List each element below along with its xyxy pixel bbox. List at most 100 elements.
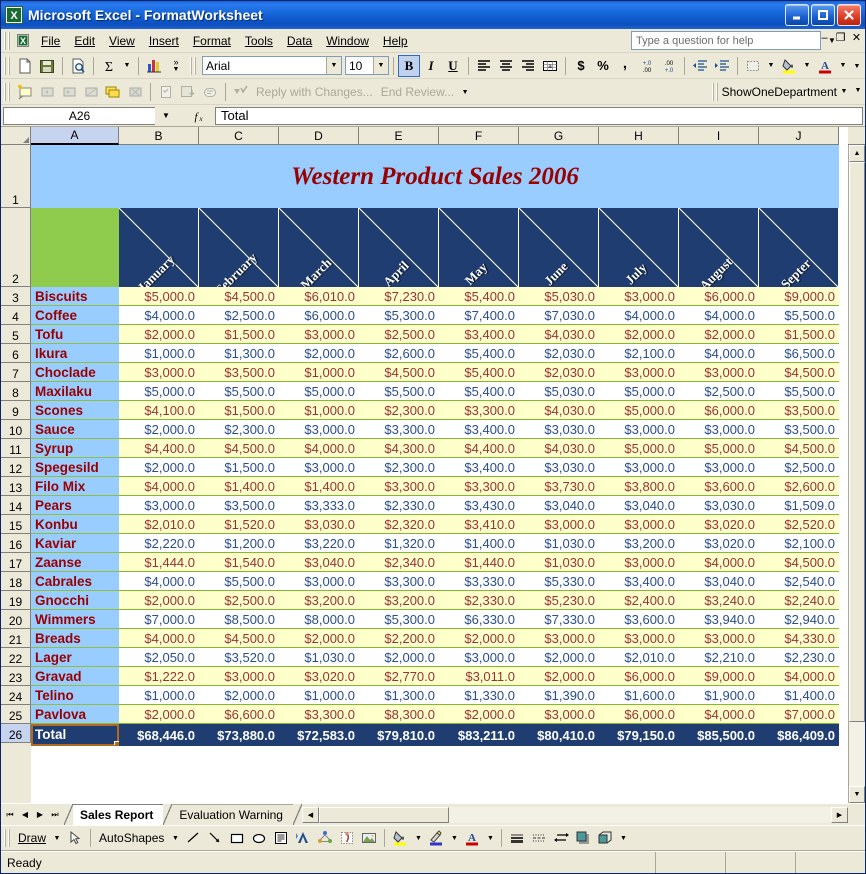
sales-value-cell[interactable]: $2,000.0: [679, 325, 759, 344]
sales-value-cell[interactable]: $1,000.0: [119, 686, 199, 705]
product-name-cell[interactable]: Wimmers: [31, 610, 119, 629]
sales-value-cell[interactable]: $2,000.0: [279, 344, 359, 363]
sales-value-cell[interactable]: $1,000.0: [279, 686, 359, 705]
macro-toolbar-grip[interactable]: [711, 82, 719, 101]
fill-color-icon[interactable]: [389, 827, 411, 849]
sales-value-cell[interactable]: $3,300.0: [439, 401, 519, 420]
month-header-cell[interactable]: February: [199, 208, 279, 287]
sales-value-cell[interactable]: $2,010.0: [599, 648, 679, 667]
shadow-icon[interactable]: [572, 827, 594, 849]
row-header-7[interactable]: 7: [1, 363, 31, 382]
sales-value-cell[interactable]: $3,000.0: [599, 287, 679, 306]
sales-value-cell[interactable]: $4,000.0: [679, 344, 759, 363]
sales-value-cell[interactable]: $3,000.0: [519, 515, 599, 534]
row-header-26[interactable]: 26: [1, 724, 31, 743]
arrow-icon[interactable]: [204, 827, 226, 849]
sales-value-cell[interactable]: $2,000.0: [119, 705, 199, 724]
sales-value-cell[interactable]: $2,600.0: [759, 477, 839, 496]
menu-tools[interactable]: Tools: [238, 31, 280, 51]
sales-value-cell[interactable]: $4,000.0: [119, 572, 199, 591]
sales-value-cell[interactable]: $2,000.0: [119, 458, 199, 477]
product-name-cell[interactable]: Zaanse: [31, 553, 119, 572]
new-comment-icon[interactable]: [14, 81, 36, 103]
sales-value-cell[interactable]: $1,000.0: [119, 344, 199, 363]
sales-value-cell[interactable]: $3,040.0: [279, 553, 359, 572]
sales-value-cell[interactable]: $2,330.0: [439, 591, 519, 610]
sales-value-cell[interactable]: $3,940.0: [679, 610, 759, 629]
sales-value-cell[interactable]: $3,520.0: [199, 648, 279, 667]
sales-value-cell[interactable]: $2,000.0: [279, 629, 359, 648]
row-header-1[interactable]: 1: [1, 145, 31, 208]
menu-edit[interactable]: Edit: [67, 31, 102, 51]
sales-value-cell[interactable]: $1,500.0: [199, 325, 279, 344]
macro-dropdown-icon[interactable]: ▼: [837, 81, 851, 103]
sales-value-cell[interactable]: $1,500.0: [199, 401, 279, 420]
sales-value-cell[interactable]: $4,000.0: [119, 306, 199, 325]
column-header-b[interactable]: B: [119, 127, 199, 145]
row-header-9[interactable]: 9: [1, 401, 31, 420]
sales-value-cell[interactable]: $1,030.0: [519, 534, 599, 553]
sales-value-cell[interactable]: $1,900.0: [679, 686, 759, 705]
month-header-cell[interactable]: July: [599, 208, 679, 287]
rectangle-icon[interactable]: [226, 827, 248, 849]
sales-value-cell[interactable]: $9,000.0: [679, 667, 759, 686]
autoshapes-menu-button[interactable]: AutoShapes: [95, 831, 168, 845]
sales-value-cell[interactable]: $3,040.0: [519, 496, 599, 515]
menu-view[interactable]: View: [102, 31, 142, 51]
product-name-cell[interactable]: Spegesild: [31, 458, 119, 477]
wordart-icon[interactable]: [292, 827, 314, 849]
formula-input[interactable]: Total: [215, 106, 863, 125]
line-icon[interactable]: [182, 827, 204, 849]
font-color-icon[interactable]: A: [814, 55, 836, 77]
sales-value-cell[interactable]: $1,400.0: [279, 477, 359, 496]
sales-value-cell[interactable]: $5,000.0: [279, 382, 359, 401]
sales-value-cell[interactable]: $4,300.0: [359, 439, 439, 458]
sales-value-cell[interactable]: $6,000.0: [279, 306, 359, 325]
sales-value-cell[interactable]: $2,540.0: [759, 572, 839, 591]
oval-icon[interactable]: [248, 827, 270, 849]
row-header-12[interactable]: 12: [1, 458, 31, 477]
product-name-cell[interactable]: Gnocchi: [31, 591, 119, 610]
sales-value-cell[interactable]: $5,500.0: [759, 306, 839, 325]
drawing-overflow-icon[interactable]: ▼: [616, 828, 630, 850]
sales-value-cell[interactable]: $2,400.0: [599, 591, 679, 610]
decrease-indent-icon[interactable]: [689, 55, 711, 77]
sales-value-cell[interactable]: $4,030.0: [519, 439, 599, 458]
sales-value-cell[interactable]: $2,000.0: [599, 325, 679, 344]
menu-file[interactable]: File: [34, 31, 67, 51]
product-name-cell[interactable]: Pavlova: [31, 705, 119, 724]
row-header-24[interactable]: 24: [1, 686, 31, 705]
sales-value-cell[interactable]: $3,000.0: [599, 515, 679, 534]
month-header-cell[interactable]: August: [679, 208, 759, 287]
reply-with-changes-icon[interactable]: [230, 81, 252, 103]
row-header-6[interactable]: 6: [1, 344, 31, 363]
sales-value-cell[interactable]: $3,000.0: [279, 420, 359, 439]
textbox-icon[interactable]: [270, 827, 292, 849]
sales-value-cell[interactable]: $3,000.0: [279, 572, 359, 591]
row-header-25[interactable]: 25: [1, 705, 31, 724]
sales-value-cell[interactable]: $3,410.0: [439, 515, 519, 534]
sales-value-cell[interactable]: $1,320.0: [359, 534, 439, 553]
month-header-cell[interactable]: January: [119, 208, 199, 287]
product-name-cell[interactable]: Filo Mix: [31, 477, 119, 496]
product-name-cell[interactable]: Biscuits: [31, 287, 119, 306]
sales-value-cell[interactable]: $5,000.0: [599, 382, 679, 401]
sales-value-cell[interactable]: $4,500.0: [199, 287, 279, 306]
hide-comment-icon[interactable]: [80, 81, 102, 103]
month-header-cell[interactable]: Septer: [759, 208, 839, 287]
font-name-combo[interactable]: Arial ▼: [202, 56, 342, 75]
sales-value-cell[interactable]: $5,230.0: [519, 591, 599, 610]
sales-value-cell[interactable]: $2,100.0: [599, 344, 679, 363]
sales-value-cell[interactable]: $2,000.0: [519, 667, 599, 686]
sales-value-cell[interactable]: $4,000.0: [119, 629, 199, 648]
sales-value-cell[interactable]: $6,500.0: [759, 344, 839, 363]
sales-value-cell[interactable]: $8,300.0: [359, 705, 439, 724]
sales-value-cell[interactable]: $5,300.0: [359, 610, 439, 629]
sales-value-cell[interactable]: $4,500.0: [759, 363, 839, 382]
previous-comment-icon[interactable]: [36, 81, 58, 103]
sales-value-cell[interactable]: $6,000.0: [679, 401, 759, 420]
sales-value-cell[interactable]: $3,333.0: [279, 496, 359, 515]
print-preview-icon[interactable]: [67, 55, 89, 77]
sales-value-cell[interactable]: $2,230.0: [759, 648, 839, 667]
menu-format[interactable]: Format: [186, 31, 238, 51]
